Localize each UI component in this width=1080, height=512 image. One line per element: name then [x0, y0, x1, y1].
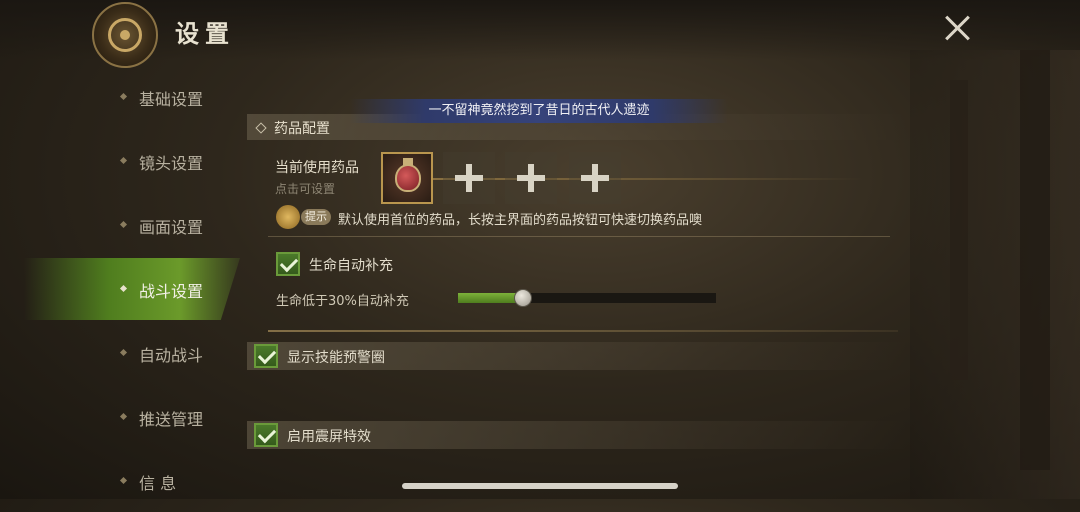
notification-banner: 一不留神竟然挖到了昔日的古代人遗迹 — [350, 99, 728, 123]
page-title: 设置 — [175, 20, 235, 48]
click-to-set-hint: 点击可设置 — [275, 182, 336, 196]
bullet-icon — [119, 92, 128, 101]
section-divider — [268, 330, 898, 332]
tip-text: 默认使用首位的药品，长按主界面的药品按钮可快速切换药品噢 — [338, 213, 703, 228]
background-beam — [1020, 50, 1050, 470]
slider-fill — [458, 293, 523, 303]
heal-threshold-label: 生命低于30%自动补充 — [276, 294, 409, 309]
sidebar-item-label: 镜头设置 — [139, 154, 204, 173]
background-scenery — [910, 50, 1080, 499]
tip-badge: 提示 — [301, 209, 331, 225]
section-divider — [268, 236, 890, 237]
bullet-icon — [119, 156, 128, 165]
bullet-icon — [119, 476, 128, 485]
close-icon[interactable] — [940, 10, 976, 46]
section-diamond-icon — [255, 122, 267, 134]
medicine-slot-4[interactable] — [569, 152, 621, 204]
auto-heal-label: 生命自动补充 — [309, 258, 393, 274]
sidebar-item-camera[interactable]: 镜头设置 — [0, 130, 240, 192]
sidebar-item-label: 画面设置 — [139, 218, 204, 237]
settings-emblem-icon — [92, 2, 158, 68]
heal-threshold-slider[interactable] — [458, 289, 716, 307]
medicine-slot-3[interactable] — [505, 152, 557, 204]
potion-cap — [403, 158, 413, 166]
skill-warning-checkbox[interactable] — [254, 344, 278, 368]
sidebar-item-info[interactable]: 信 息 — [0, 450, 240, 512]
slider-thumb[interactable] — [513, 289, 532, 307]
bullet-icon — [119, 220, 128, 229]
medicine-slot-2[interactable] — [443, 152, 495, 204]
sidebar-item-label: 推送管理 — [139, 410, 204, 429]
bullet-icon — [119, 412, 128, 421]
screen-shake-label: 启用震屏特效 — [287, 429, 371, 445]
bullet-icon — [119, 348, 128, 357]
home-indicator[interactable] — [402, 483, 678, 489]
plus-icon — [517, 164, 545, 192]
sidebar-item-combat[interactable]: 战斗设置 — [0, 258, 240, 320]
emblem-core — [120, 30, 130, 40]
sidebar-item-label: 基础设置 — [139, 90, 204, 109]
sidebar-item-label: 信 息 — [139, 474, 177, 493]
slot-divider — [433, 178, 863, 180]
auto-heal-checkbox[interactable] — [276, 252, 300, 276]
current-medicine-label: 当前使用药品 — [275, 160, 359, 176]
plus-icon — [581, 164, 609, 192]
potion-icon — [395, 164, 421, 192]
background-beam — [950, 80, 968, 380]
sidebar-item-label: 自动战斗 — [139, 346, 204, 365]
sidebar-item-push[interactable]: 推送管理 — [0, 386, 240, 448]
screen-shake-checkbox[interactable] — [254, 423, 278, 447]
skill-warning-label: 显示技能预警圈 — [287, 350, 385, 366]
sidebar-item-basic[interactable]: 基础设置 — [0, 66, 240, 128]
sidebar-item-label: 战斗设置 — [139, 282, 204, 301]
plus-icon — [455, 164, 483, 192]
sidebar-item-auto-battle[interactable]: 自动战斗 — [0, 322, 240, 384]
section-title: 药品配置 — [274, 121, 330, 137]
tip-mascot-icon — [276, 205, 300, 229]
sidebar-item-graphics[interactable]: 画面设置 — [0, 194, 240, 256]
bullet-icon — [119, 284, 128, 293]
medicine-slot-1[interactable] — [381, 152, 433, 204]
